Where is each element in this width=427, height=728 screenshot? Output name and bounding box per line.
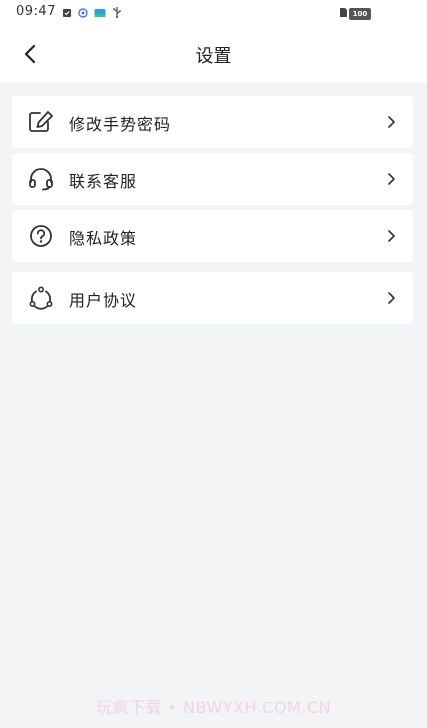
edit-icon [29, 111, 53, 132]
message-icon [94, 8, 106, 17]
settings-item-label: 用户协议 [69, 291, 138, 310]
sim-icon [340, 8, 347, 17]
nav-bar: 设置 [0, 26, 427, 82]
status-time: 09:47 [16, 4, 56, 19]
watermark: 玩疯下载 • NBWYXH.COM.CN [95, 698, 332, 717]
settings-item-label: 联系客服 [69, 172, 138, 191]
settings-item-label: 修改手势密码 [69, 115, 172, 134]
chevron-right-icon [388, 116, 395, 128]
notification-icons [62, 7, 122, 18]
settings-item-privacy-policy[interactable]: 隐私政策 [12, 210, 413, 262]
headset-icon [29, 168, 53, 191]
settings-item-user-agreement[interactable]: 用户协议 [12, 272, 413, 324]
status-bar: 09:47 100 [0, 0, 427, 26]
question-circle-icon [30, 225, 52, 247]
settings-item-gesture-password[interactable]: 修改手势密码 [12, 96, 413, 148]
settings-item-label: 隐私政策 [69, 229, 138, 248]
agreement-icon [29, 286, 53, 310]
app-notification-icon [78, 7, 88, 18]
battery-icon: 100 [349, 8, 371, 20]
usb-icon [113, 7, 121, 18]
chevron-right-icon [388, 292, 395, 304]
chevron-right-icon [388, 173, 395, 185]
settings-item-customer-service[interactable]: 联系客服 [12, 153, 413, 205]
chevron-right-icon [388, 230, 395, 242]
clipboard-icon [63, 8, 71, 17]
page-title: 设置 [195, 46, 232, 67]
